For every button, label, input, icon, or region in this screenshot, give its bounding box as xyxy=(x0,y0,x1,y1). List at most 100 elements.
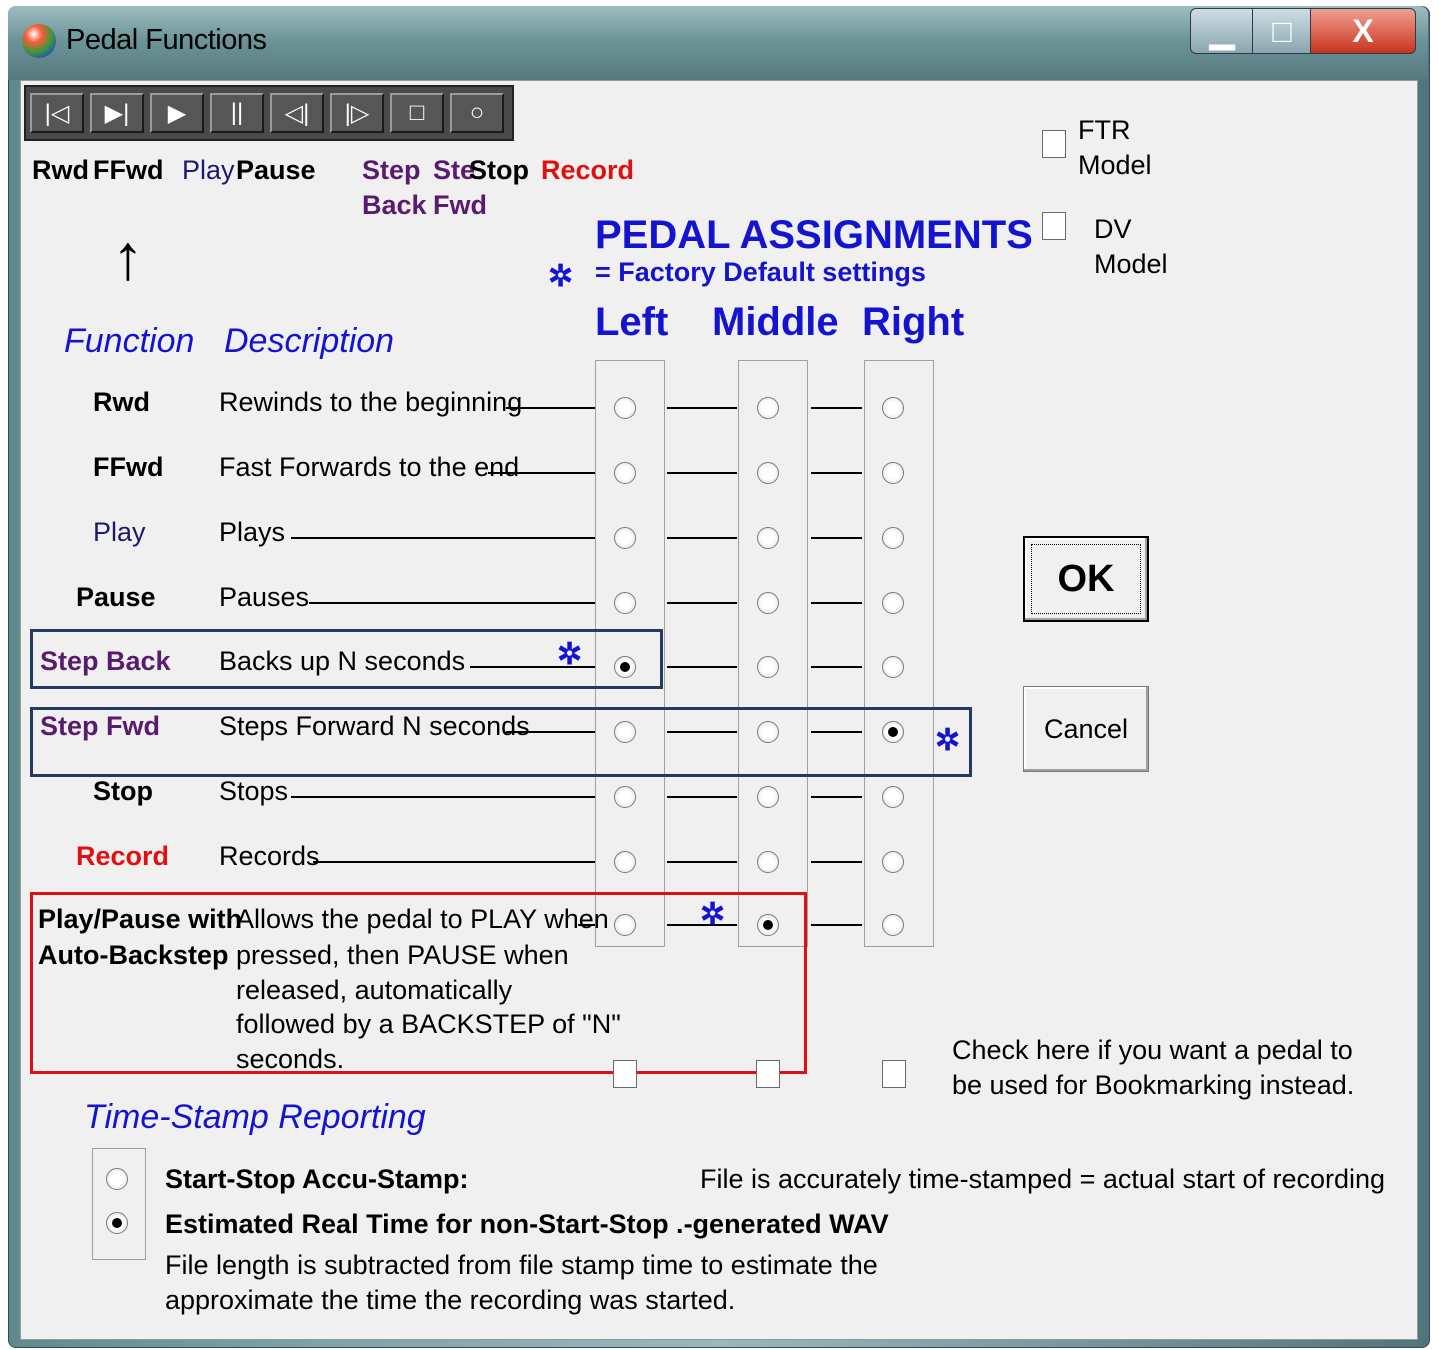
connector-line xyxy=(506,407,595,409)
label-step-fwd-2: Fwd xyxy=(433,190,487,220)
pedal-assignments-title: PEDAL ASSIGNMENTS xyxy=(595,213,1033,257)
pedal-middle-radio[interactable] xyxy=(757,851,779,873)
row-function-label: FFwd xyxy=(93,452,164,482)
ftr-model-checkbox[interactable] xyxy=(1042,130,1066,158)
step-fwd-highlight xyxy=(30,707,972,777)
playpause-function-line2: Auto-Backstep xyxy=(38,940,229,970)
row-function-label: Record xyxy=(76,841,170,871)
estimated-time-radio[interactable] xyxy=(106,1212,128,1234)
pedal-middle-radio[interactable] xyxy=(757,592,779,614)
pedal-right-radio[interactable] xyxy=(882,462,904,484)
step-fwd-default-icon: ✲ xyxy=(935,724,961,757)
playpause-desc-line4: followed by a BACKSTEP of "N" xyxy=(236,1009,621,1039)
row-description-label: Pauses xyxy=(219,582,310,612)
pedal-left-radio[interactable] xyxy=(614,851,636,873)
label-step-back-2: Back xyxy=(362,190,427,220)
connector-line xyxy=(811,796,862,798)
connector-line xyxy=(667,666,737,668)
pedal-right-radio[interactable] xyxy=(882,527,904,549)
row-description-label: Rewinds to the beginning xyxy=(219,387,523,417)
estimated-time-desc-2: approximate the time the recording was s… xyxy=(165,1285,736,1315)
pedal-left-radio[interactable] xyxy=(614,592,636,614)
pedal-right-radio[interactable] xyxy=(882,397,904,419)
step-back-default-icon: ✲ xyxy=(557,638,583,671)
column-left: Left xyxy=(595,300,669,344)
row-description-label: Records xyxy=(219,841,320,871)
label-pause: Pause xyxy=(236,155,316,185)
connector-line xyxy=(811,472,862,474)
row-description-label: Plays xyxy=(219,517,286,547)
dv-label-1: DV xyxy=(1094,214,1132,244)
pedal-right-radio[interactable] xyxy=(882,914,904,936)
dv-label-2: Model xyxy=(1094,249,1168,279)
pedal-right-radio[interactable] xyxy=(882,656,904,678)
pedal-middle-radio[interactable] xyxy=(757,397,779,419)
row-function-label: Rwd xyxy=(93,387,150,417)
label-step-back-1: Step xyxy=(362,155,421,185)
accu-stamp-radio[interactable] xyxy=(106,1168,128,1190)
record-icon[interactable]: ○ xyxy=(450,93,504,133)
window-title: Pedal Functions xyxy=(66,24,267,56)
pedal-left-radio[interactable] xyxy=(614,527,636,549)
connector-line xyxy=(811,924,862,926)
pedal-left-radio[interactable] xyxy=(614,462,636,484)
close-button[interactable]: X xyxy=(1310,8,1416,54)
label-rwd: Rwd xyxy=(32,155,89,185)
play-icon[interactable]: ▶ xyxy=(150,93,204,133)
bookmark-right-checkbox[interactable] xyxy=(882,1060,906,1088)
label-play: Play xyxy=(182,155,235,185)
up-arrow-icon: ↑ xyxy=(112,221,144,293)
fast-forward-icon[interactable]: ▶| xyxy=(90,93,144,133)
pedal-right-radio[interactable] xyxy=(882,851,904,873)
pause-icon[interactable]: || xyxy=(210,93,264,133)
timestamp-radio-group xyxy=(92,1148,146,1260)
connector-line xyxy=(291,537,595,539)
timestamp-title: Time-Stamp Reporting xyxy=(84,1098,426,1136)
pedal-middle-radio[interactable] xyxy=(757,656,779,678)
playpause-default-icon: ✲ xyxy=(700,898,726,931)
row-description-label: Fast Forwards to the end xyxy=(219,452,520,482)
pedal-middle-radio[interactable] xyxy=(757,786,779,808)
accu-stamp-desc: File is accurately time-stamped = actual… xyxy=(700,1164,1386,1194)
bookmark-middle-checkbox[interactable] xyxy=(756,1060,780,1088)
factory-default-legend: = Factory Default settings xyxy=(595,257,926,287)
factory-default-icon: ✲ xyxy=(548,260,574,293)
pedal-left-radio[interactable] xyxy=(614,786,636,808)
cancel-label: Cancel xyxy=(1043,713,1129,744)
minimize-button[interactable]: ▁ xyxy=(1190,8,1254,54)
row-description-label: Stops xyxy=(219,776,289,806)
connector-line xyxy=(811,602,862,604)
pedal-right-radio[interactable] xyxy=(882,786,904,808)
step-forward-icon[interactable]: |▷ xyxy=(330,93,384,133)
stop-icon[interactable]: □ xyxy=(390,93,444,133)
column-middle: Middle xyxy=(712,300,839,344)
bookmark-text-1: Check here if you want a pedal to xyxy=(952,1035,1353,1065)
connector-line xyxy=(667,796,737,798)
step-back-icon[interactable]: ◁| xyxy=(270,93,324,133)
label-record: Record xyxy=(541,155,635,185)
estimated-time-desc-1: File length is subtracted from file stam… xyxy=(165,1250,878,1280)
bookmark-left-checkbox[interactable] xyxy=(613,1060,637,1088)
estimated-time-label: Estimated Real Time for non-Start-Stop .… xyxy=(165,1209,889,1239)
connector-line xyxy=(667,861,737,863)
connector-line xyxy=(811,666,862,668)
pedal-right-radio[interactable] xyxy=(882,592,904,614)
pedal-middle-radio[interactable] xyxy=(757,527,779,549)
cancel-button[interactable]: Cancel xyxy=(1023,686,1149,772)
connector-line xyxy=(811,537,862,539)
pedal-left-radio[interactable] xyxy=(614,397,636,419)
transport-toolbar: |◁ ▶| ▶ || ◁| |▷ □ ○ xyxy=(24,85,514,141)
ok-button[interactable]: OK xyxy=(1023,536,1149,622)
row-function-label: Pause xyxy=(76,582,156,612)
label-ffwd: FFwd xyxy=(93,155,164,185)
playpause-desc-line5: seconds. xyxy=(236,1044,345,1074)
pedal-middle-radio[interactable] xyxy=(757,462,779,484)
dv-model-checkbox[interactable] xyxy=(1042,212,1066,240)
ftr-label-2: Model xyxy=(1078,150,1152,180)
row-function-label: Play xyxy=(93,517,146,547)
ftr-label-1: FTR xyxy=(1078,115,1131,145)
rewind-icon[interactable]: |◁ xyxy=(30,93,84,133)
maximize-button[interactable]: □ xyxy=(1252,8,1312,54)
connector-line xyxy=(811,407,862,409)
accu-stamp-label: Start-Stop Accu-Stamp: xyxy=(165,1164,469,1194)
